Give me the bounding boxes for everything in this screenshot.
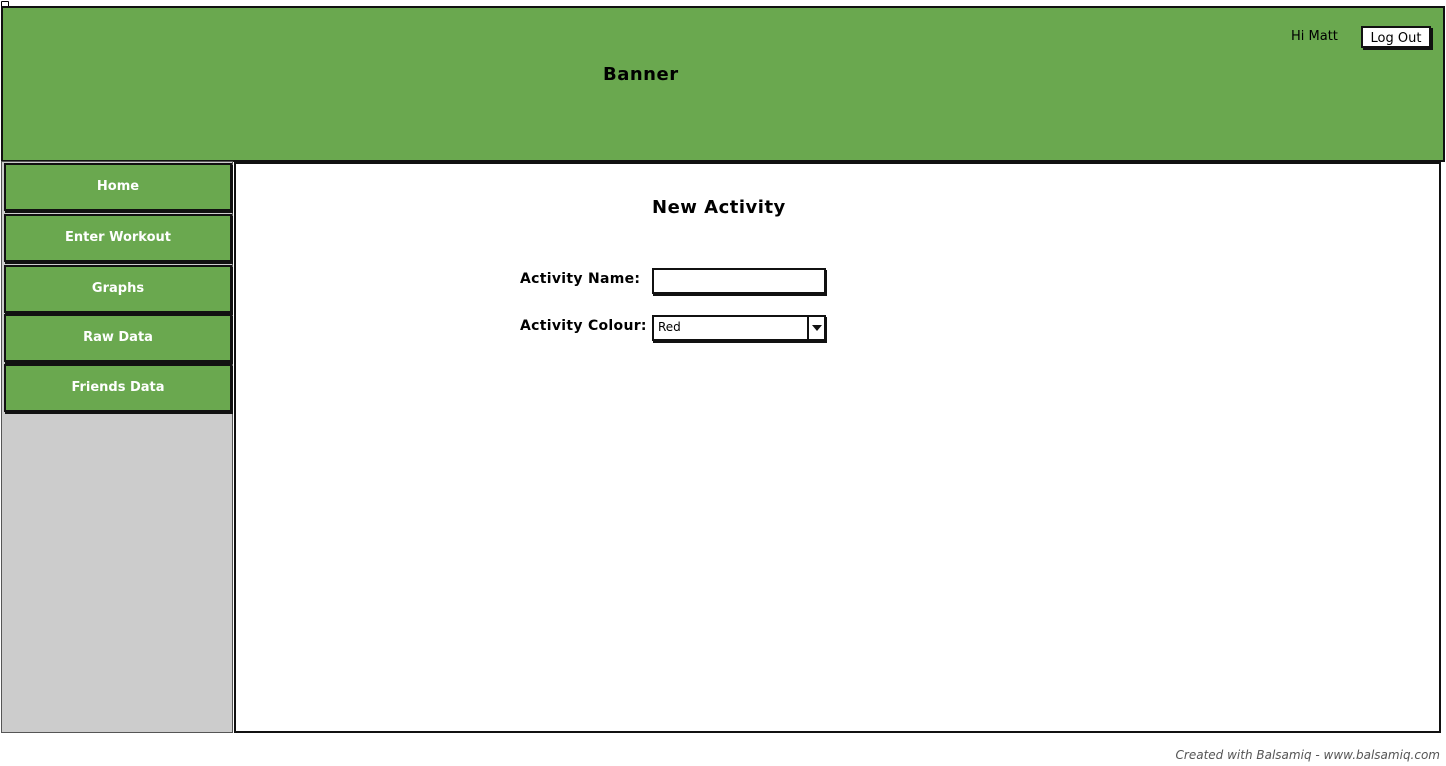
- main-content: New Activity Activity Name: Activity Col…: [234, 162, 1441, 733]
- activity-name-label: Activity Name:: [520, 271, 641, 287]
- page-title: New Activity: [652, 197, 786, 218]
- activity-colour-label: Activity Colour:: [520, 318, 647, 334]
- user-greeting: Hi Matt: [1291, 29, 1338, 44]
- sidebar-item-friends-data[interactable]: Friends Data: [4, 364, 232, 412]
- banner: Banner Hi Matt Log Out: [1, 6, 1445, 162]
- app-window: Banner Hi Matt Log Out Home Enter Workou…: [0, 0, 1446, 766]
- sidebar-item-graphs[interactable]: Graphs: [4, 265, 232, 313]
- banner-title: Banner: [603, 64, 679, 85]
- activity-colour-selected-value: Red: [658, 320, 681, 334]
- chevron-down-icon: [812, 325, 822, 331]
- dropdown-toggle[interactable]: [807, 317, 824, 339]
- activity-name-input[interactable]: [652, 268, 826, 294]
- sidebar-item-raw-data[interactable]: Raw Data: [4, 314, 232, 362]
- sidebar-item-enter-workout[interactable]: Enter Workout: [4, 214, 232, 262]
- sidebar: Home Enter Workout Graphs Raw Data Frien…: [1, 161, 233, 733]
- activity-colour-select[interactable]: Red: [652, 315, 826, 341]
- sidebar-item-home[interactable]: Home: [4, 163, 232, 211]
- footer-credit: Created with Balsamiq - www.balsamiq.com: [1175, 748, 1440, 762]
- logout-button[interactable]: Log Out: [1361, 26, 1431, 48]
